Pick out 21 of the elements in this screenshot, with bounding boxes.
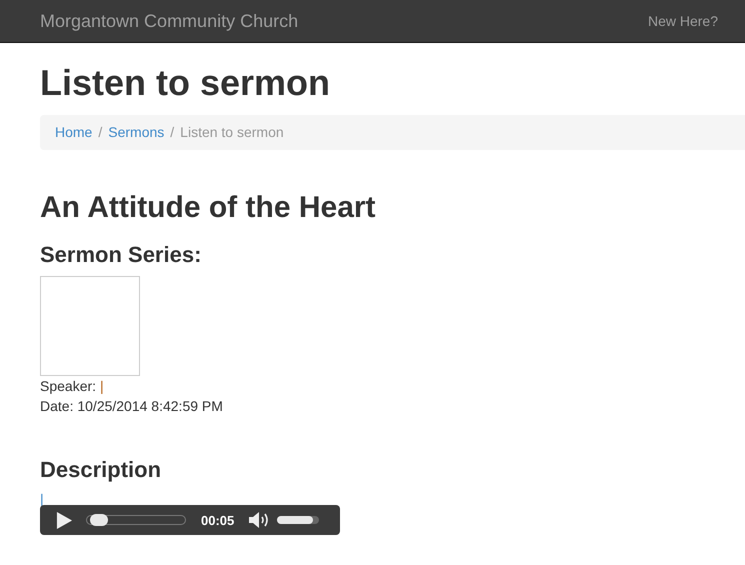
breadcrumb-current: Listen to sermon [180,124,284,140]
speaker-value: | [100,378,104,394]
volume-track[interactable] [277,516,320,524]
sermon-title: An Attitude of the Heart [40,192,377,224]
volume-level[interactable] [277,516,313,524]
speaker-label: Speaker: [40,378,96,394]
volume-icon[interactable] [248,511,270,529]
sermon-date: Date: 10/25/2014 8:42:59 PM [40,397,224,416]
time-display: 00:05 [201,512,234,528]
brand-link[interactable]: Morgantown Community Church [40,10,298,32]
page-title: Listen to sermon [40,63,332,103]
progress-thumb[interactable] [90,514,108,526]
description-heading: Description [40,457,162,483]
progress-track[interactable] [86,515,186,525]
breadcrumb-link[interactable]: Sermons [108,124,164,140]
breadcrumb-separator: / [97,124,104,140]
series-heading: Sermon Series: [40,242,202,268]
play-icon[interactable] [56,512,73,528]
breadcrumb-link[interactable]: Home [55,124,92,140]
breadcrumb-separator: / [169,124,176,140]
new-here-link[interactable]: New Here? [648,13,718,29]
